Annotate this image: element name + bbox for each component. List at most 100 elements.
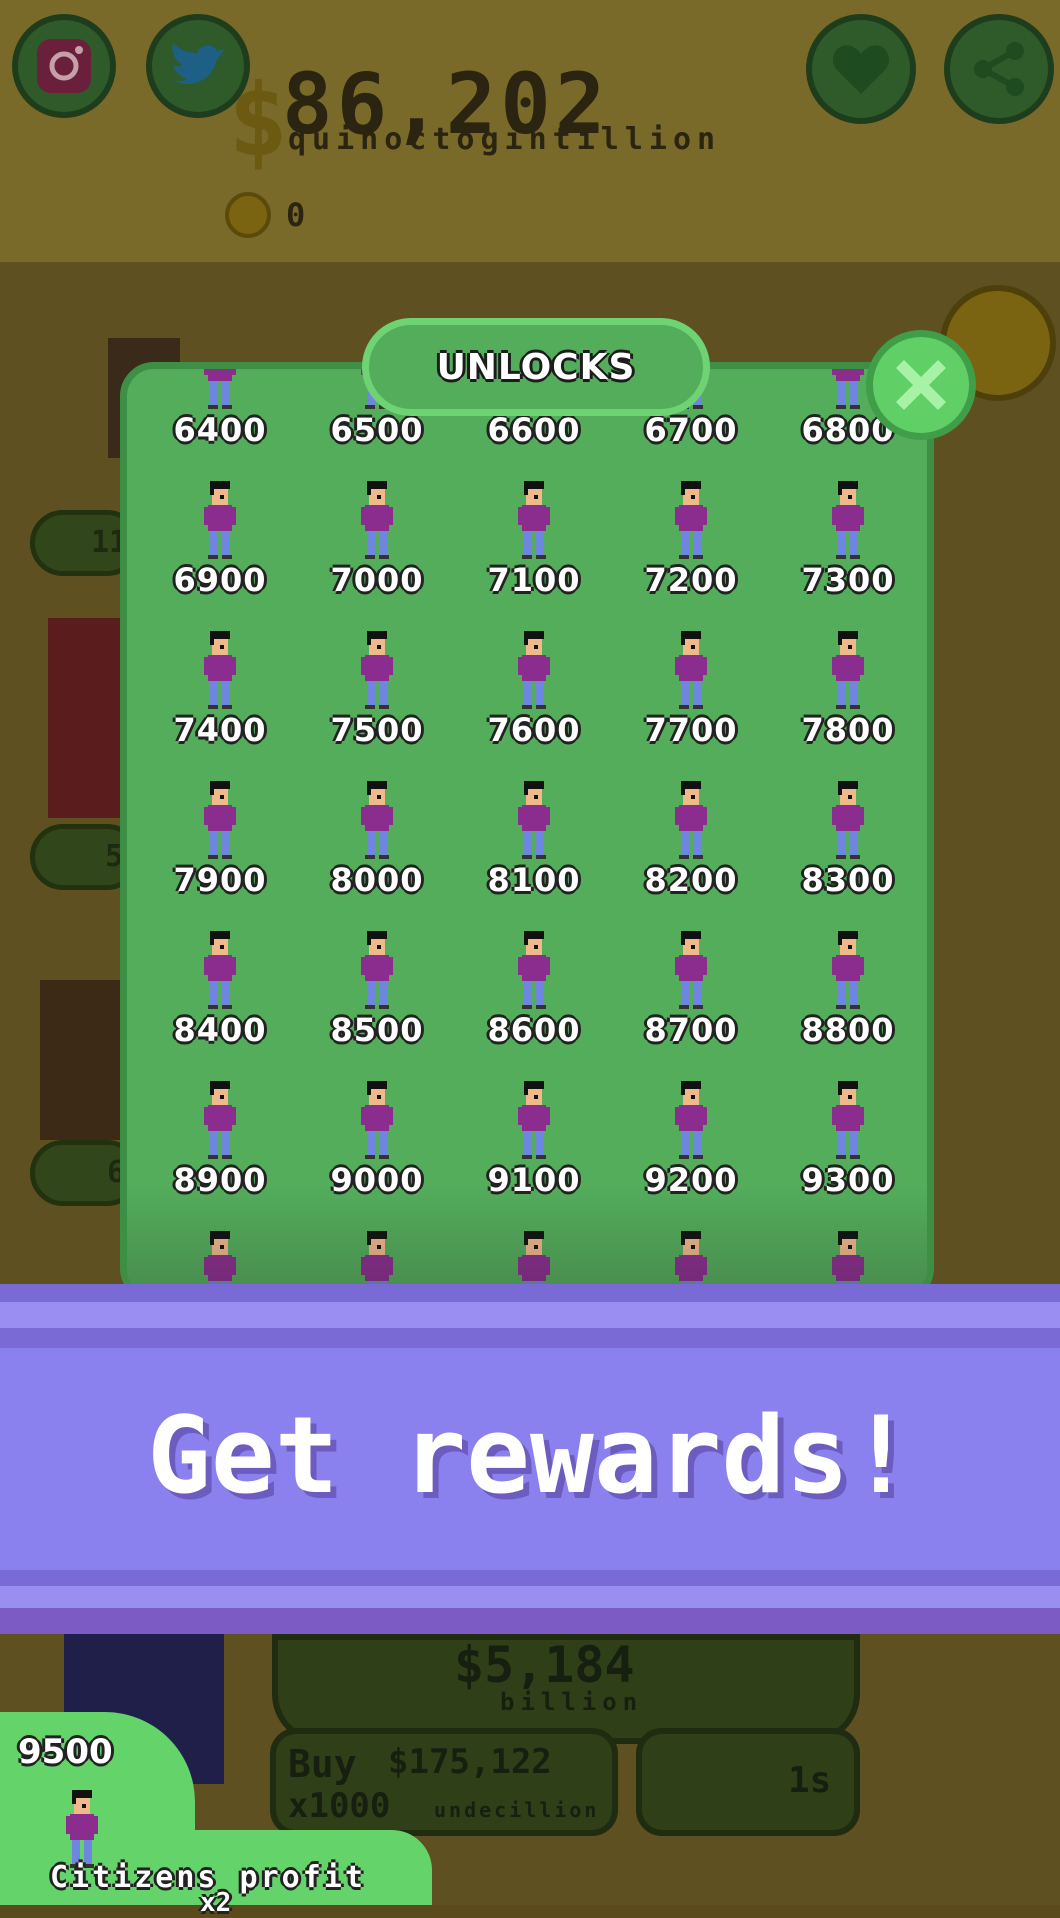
unlock-threshold: 7400 (173, 711, 267, 749)
like-button[interactable] (806, 14, 916, 124)
banner-stripe (0, 1302, 1060, 1328)
unlock-item: 7700 (616, 609, 766, 759)
unlock-threshold: 7200 (644, 561, 738, 599)
unlock-threshold: 8500 (330, 1011, 424, 1049)
banner-stripe (0, 1328, 1060, 1348)
citizen-sprite-icon (516, 931, 552, 1011)
profit-unit: billion (500, 1688, 644, 1716)
unlock-item: 7200 (616, 459, 766, 609)
citizen-sprite-icon (359, 481, 395, 561)
citizen-sprite-icon (673, 781, 709, 861)
unlock-threshold: 7900 (173, 861, 267, 899)
unlock-item: 8500 (302, 909, 452, 1059)
dollar-icon: $ (228, 62, 289, 179)
unlock-threshold: 6500 (330, 411, 424, 449)
citizens-multiplier: x2 (200, 1888, 232, 1918)
unlock-item: 8900 (145, 1059, 295, 1209)
citizen-sprite-icon (359, 931, 395, 1011)
unlock-item: 7600 (459, 609, 609, 759)
unlock-item: 9000 (302, 1059, 452, 1209)
unlock-threshold: 9100 (487, 1161, 581, 1199)
unlock-threshold: 7300 (801, 561, 895, 599)
unlock-item: 8800 (773, 909, 923, 1059)
coin-icon (225, 192, 271, 238)
unlock-threshold: 7600 (487, 711, 581, 749)
unlock-item: 7300 (773, 459, 923, 609)
unlock-threshold: 8800 (801, 1011, 895, 1049)
unlock-threshold: 6900 (173, 561, 267, 599)
citizen-sprite-icon (516, 631, 552, 711)
twitter-icon (171, 43, 225, 85)
citizens-profit-badge[interactable]: 9500 Citizens profit x2 (0, 1712, 432, 1918)
instagram-button[interactable] (12, 14, 116, 118)
citizen-sprite-icon (830, 369, 866, 411)
unlock-threshold: 6400 (173, 411, 267, 449)
coin-count: 0 (286, 196, 306, 234)
share-button[interactable] (944, 14, 1054, 124)
building-sprite (40, 980, 120, 1140)
heart-icon (832, 45, 890, 94)
banner-text: Get rewards! (147, 1394, 913, 1517)
unlock-item: 8100 (459, 759, 609, 909)
unlock-threshold: 8300 (801, 861, 895, 899)
unlock-item: 7100 (459, 459, 609, 609)
citizen-sprite-icon (359, 781, 395, 861)
unlock-item: 7400 (145, 609, 295, 759)
unlock-threshold: 9200 (644, 1161, 738, 1199)
citizen-sprite-icon (359, 631, 395, 711)
unlock-item: 8300 (773, 759, 923, 909)
unlock-threshold: 8400 (173, 1011, 267, 1049)
unlock-threshold: 9000 (330, 1161, 424, 1199)
unlock-item: 8200 (616, 759, 766, 909)
close-button[interactable] (866, 330, 976, 440)
citizen-sprite-icon (516, 1081, 552, 1161)
instagram-icon (37, 39, 91, 93)
unlock-item: 7500 (302, 609, 452, 759)
unlock-item: 7900 (145, 759, 295, 909)
unlock-threshold: 7000 (330, 561, 424, 599)
unlock-threshold: 8900 (173, 1161, 267, 1199)
unlock-item: 6400 (145, 369, 295, 459)
unlock-threshold: 8700 (644, 1011, 738, 1049)
citizen-sprite-icon (202, 369, 238, 411)
citizen-sprite-icon (673, 931, 709, 1011)
citizen-sprite-icon (830, 781, 866, 861)
unlock-threshold: 8200 (644, 861, 738, 899)
unlocks-panel[interactable]: 6400 6500 6600 6700 6800 6900 7000 7100 7200 7300… (120, 362, 934, 1302)
citizen-sprite-icon (202, 481, 238, 561)
share-icon (974, 42, 1024, 96)
banner-stripe (0, 1570, 1060, 1586)
unlock-item: 6900 (145, 459, 295, 609)
close-icon (896, 360, 946, 410)
unlock-item: 8400 (145, 909, 295, 1059)
citizen-sprite-icon (202, 631, 238, 711)
citizens-count: 9500 (18, 1732, 113, 1772)
unlock-threshold: 9300 (801, 1161, 895, 1199)
unlock-item: 9200 (616, 1059, 766, 1209)
unlocks-title: UNLOCKS (362, 318, 710, 416)
unlock-threshold: 7700 (644, 711, 738, 749)
citizen-sprite-icon (830, 1081, 866, 1161)
citizen-sprite-icon (359, 1081, 395, 1161)
citizen-sprite-icon (516, 781, 552, 861)
unlock-item: 8700 (616, 909, 766, 1059)
unlock-threshold: 8000 (330, 861, 424, 899)
banner-stripe (0, 1586, 1060, 1608)
unlock-item: 9100 (459, 1059, 609, 1209)
money-unit: quinoctogintillion (288, 122, 722, 157)
citizen-sprite-icon (830, 631, 866, 711)
unlock-threshold: 7100 (487, 561, 581, 599)
banner-stripe (0, 1284, 1060, 1302)
unlock-item: 7800 (773, 609, 923, 759)
unlock-item: 7000 (302, 459, 452, 609)
unlock-threshold: 7500 (330, 711, 424, 749)
buy-unit: undecillion (434, 1798, 600, 1822)
profit-value: $5,184 (454, 1636, 635, 1694)
citizen-sprite-icon (202, 781, 238, 861)
unlock-threshold: 6700 (644, 411, 738, 449)
unlock-threshold: 8100 (487, 861, 581, 899)
rewards-banner[interactable]: Get rewards! (0, 1284, 1060, 1634)
unlock-threshold: 8600 (487, 1011, 581, 1049)
citizen-sprite-icon (202, 931, 238, 1011)
unlock-item: 8600 (459, 909, 609, 1059)
